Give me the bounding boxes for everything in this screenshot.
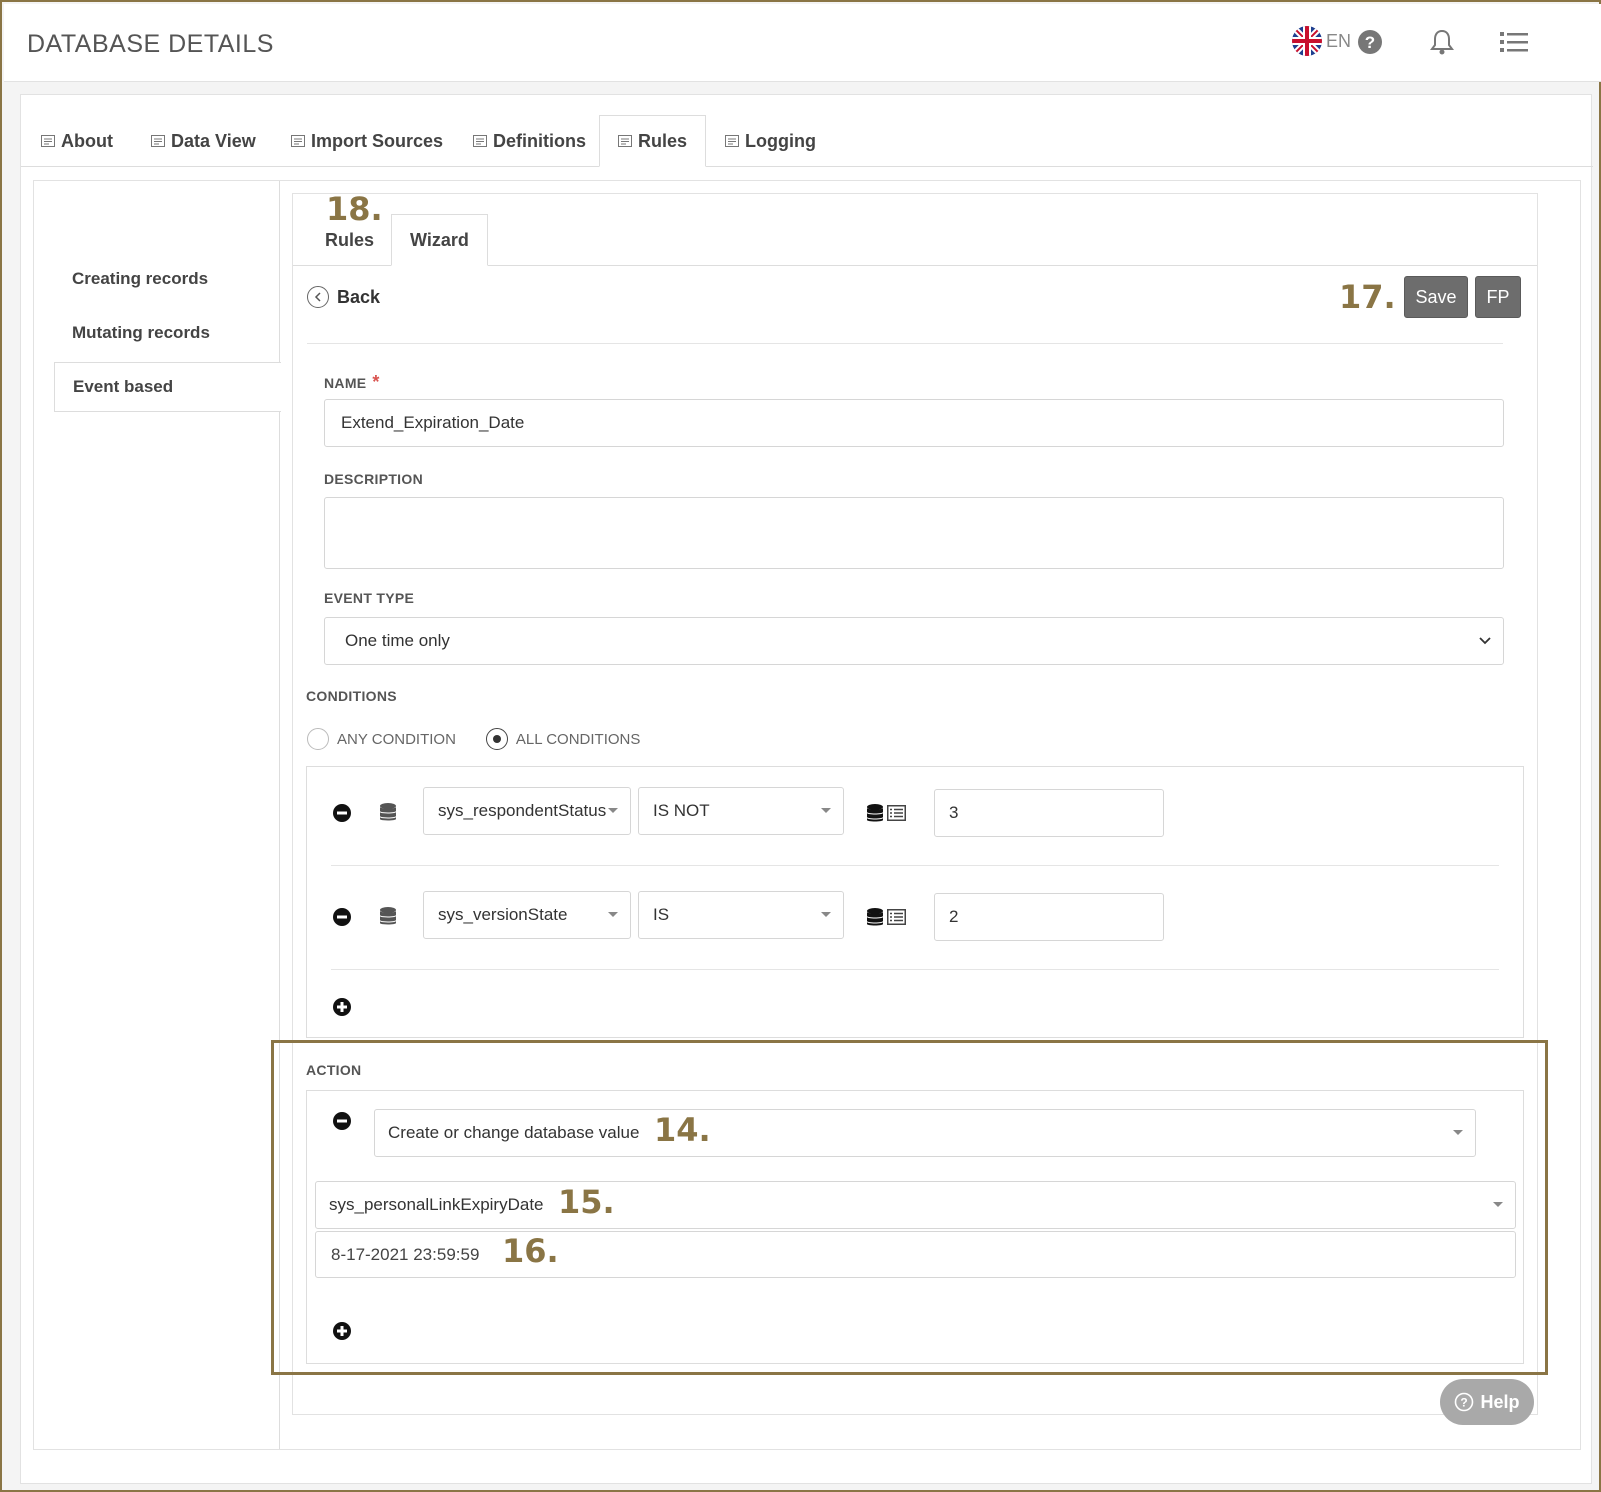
database-source-icon[interactable] xyxy=(866,803,884,823)
condition-value-input[interactable]: 3 xyxy=(934,789,1164,837)
event-type-select[interactable]: One time only xyxy=(324,617,1504,665)
svg-text:?: ? xyxy=(1461,1396,1468,1410)
tab-definitions[interactable]: Definitions xyxy=(455,115,604,167)
action-highlight-frame xyxy=(271,1040,1548,1375)
name-label-text: NAME xyxy=(324,375,367,391)
tab-doc-icon xyxy=(725,135,739,147)
tab-label: Rules xyxy=(638,130,688,151)
condition-operator-select[interactable]: IS xyxy=(638,891,844,939)
description-input[interactable] xyxy=(324,497,1504,569)
list-source-icon[interactable] xyxy=(887,805,906,821)
description-label: DESCRIPTION xyxy=(324,471,423,487)
tab-doc-icon xyxy=(151,135,165,147)
name-input[interactable]: Extend_Expiration_Date xyxy=(324,399,1504,447)
chevron-left-icon xyxy=(307,286,329,308)
condition-field-select[interactable]: sys_respondentStatus xyxy=(423,787,631,835)
sidebar-item-creating-records[interactable]: Creating records xyxy=(54,254,280,304)
any-condition-radio[interactable] xyxy=(307,728,329,750)
caret-down-icon xyxy=(821,912,831,917)
caret-down-icon xyxy=(821,808,831,813)
condition-value-input[interactable]: 2 xyxy=(934,893,1164,941)
add-condition-icon[interactable] xyxy=(332,997,352,1017)
database-icon[interactable] xyxy=(378,802,398,822)
annotation-17: 17. xyxy=(1339,278,1396,316)
tab-doc-icon xyxy=(41,135,55,147)
sidebar-item-mutating-records[interactable]: Mutating records xyxy=(54,308,280,358)
top-bar: DATABASE DETAILS EN ? xyxy=(4,4,1601,82)
condition-row: sys_versionState IS 2 xyxy=(307,891,1523,941)
chevron-down-icon xyxy=(1479,637,1491,645)
rules-sidebar: Creating records Mutating records Event … xyxy=(34,181,281,1449)
tab-logging[interactable]: Logging xyxy=(707,115,834,167)
help-button[interactable]: ? Help xyxy=(1440,1379,1534,1425)
page-title: DATABASE DETAILS xyxy=(27,30,274,58)
tab-inner-wizard[interactable]: Wizard xyxy=(391,214,488,266)
language-code: EN xyxy=(1326,30,1352,51)
condition-row: sys_respondentStatus IS NOT 3 xyxy=(307,787,1523,837)
event-type-label: EVENT TYPE xyxy=(324,590,415,606)
main-tabs: About Data View Import Sources Definitio… xyxy=(21,95,1593,167)
help-circle-icon: ? xyxy=(1455,1392,1474,1412)
caret-down-icon xyxy=(608,808,618,813)
condition-mode-group: ANY CONDITION ALL CONDITIONS xyxy=(307,728,640,750)
tab-data-view[interactable]: Data View xyxy=(133,115,274,167)
condition-field-select[interactable]: sys_versionState xyxy=(423,891,631,939)
sidebar-item-event-based[interactable]: Event based xyxy=(54,362,281,412)
name-label: NAME * xyxy=(324,372,380,393)
tab-import-sources[interactable]: Import Sources xyxy=(273,115,461,167)
tab-label: About xyxy=(61,130,113,151)
tab-rules[interactable]: Rules xyxy=(599,115,707,167)
condition-field-value: sys_versionState xyxy=(438,905,568,924)
any-condition-label: ANY CONDITION xyxy=(337,730,456,748)
annotation-18: 18. xyxy=(326,190,383,228)
database-source-icon[interactable] xyxy=(866,907,884,927)
back-label: Back xyxy=(337,286,381,307)
language-switcher[interactable]: EN xyxy=(1292,26,1351,56)
tab-label: Import Sources xyxy=(311,130,444,151)
help-label: Help xyxy=(1480,1391,1520,1412)
uk-flag-icon xyxy=(1292,26,1322,56)
list-source-icon[interactable] xyxy=(887,909,906,925)
tab-label: Data View xyxy=(171,130,256,151)
divider xyxy=(307,343,1503,344)
back-button[interactable]: Back xyxy=(307,286,380,308)
tab-doc-icon xyxy=(473,135,487,147)
tab-label: Logging xyxy=(745,130,816,151)
divider xyxy=(331,865,1499,866)
fp-button[interactable]: FP xyxy=(1475,276,1521,318)
save-button[interactable]: Save xyxy=(1404,276,1468,318)
event-type-value: One time only xyxy=(345,631,450,650)
caret-down-icon xyxy=(608,912,618,917)
required-marker: * xyxy=(372,372,380,392)
condition-operator-value: IS xyxy=(653,905,670,924)
conditions-box: sys_respondentStatus IS NOT 3 sys_versio… xyxy=(306,766,1524,1038)
divider xyxy=(331,969,1499,970)
all-conditions-label: ALL CONDITIONS xyxy=(515,730,641,748)
all-conditions-radio[interactable] xyxy=(485,728,508,750)
condition-field-value: sys_respondentStatus xyxy=(438,801,607,820)
tab-doc-icon xyxy=(618,135,632,147)
inner-tabs: Rules Wizard xyxy=(293,194,1537,266)
remove-circle-icon[interactable] xyxy=(332,907,352,927)
bell-icon[interactable] xyxy=(1426,26,1458,58)
tab-doc-icon xyxy=(291,135,305,147)
database-icon[interactable] xyxy=(378,906,398,926)
svg-text:?: ? xyxy=(1365,33,1375,52)
conditions-label: CONDITIONS xyxy=(306,688,397,704)
menu-list-icon[interactable] xyxy=(1498,26,1530,58)
tab-about[interactable]: About xyxy=(23,115,131,167)
tab-label: Definitions xyxy=(493,130,586,151)
remove-circle-icon[interactable] xyxy=(332,803,352,823)
app-frame: DATABASE DETAILS EN ? About Data View Im… xyxy=(0,0,1601,1492)
condition-operator-select[interactable]: IS NOT xyxy=(638,787,844,835)
condition-operator-value: IS NOT xyxy=(653,801,710,820)
help-circle-icon[interactable]: ? xyxy=(1354,26,1386,58)
